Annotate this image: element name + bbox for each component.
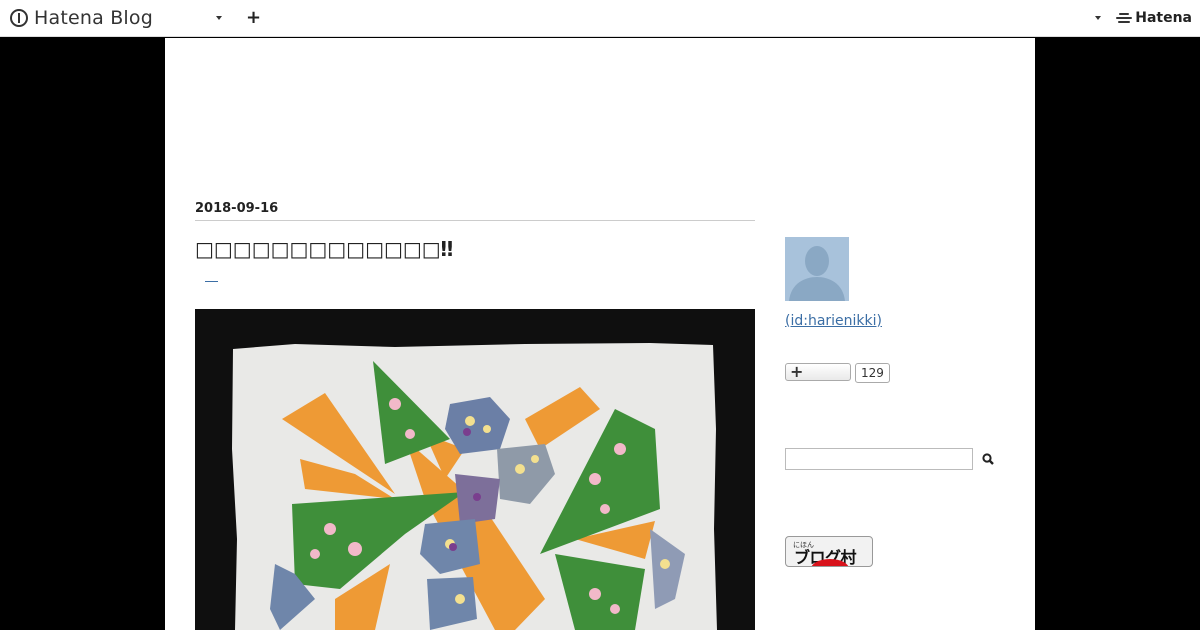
hatena-account-menu[interactable]: Hatena bbox=[1116, 10, 1192, 26]
global-header: Hatena Blog + Hatena bbox=[0, 0, 1200, 37]
collage-artwork bbox=[195, 309, 755, 630]
default-avatar-icon bbox=[785, 237, 849, 301]
subscribe-button[interactable]: + bbox=[785, 362, 851, 381]
search-icon[interactable] bbox=[982, 453, 994, 465]
plus-icon[interactable]: + bbox=[246, 8, 261, 28]
profile-id-link[interactable]: (id:harienikki) bbox=[785, 313, 882, 329]
search-input[interactable] bbox=[785, 448, 973, 470]
entry-category-link[interactable] bbox=[205, 281, 218, 282]
plus-icon: + bbox=[790, 362, 804, 381]
logo-text: Hatena Blog bbox=[34, 7, 153, 29]
chevron-down-icon[interactable] bbox=[216, 16, 222, 20]
date-divider bbox=[195, 220, 755, 221]
hatena-blog-logo-icon bbox=[10, 9, 28, 27]
entry-title[interactable]: □□□□□□□□□□□□□‼ bbox=[195, 237, 453, 261]
blog-page: 2018-09-16 □□□□□□□□□□□□□‼ (id:harienikki… bbox=[165, 38, 1035, 630]
hatena-logo-icon bbox=[1116, 13, 1133, 23]
entry-image bbox=[195, 309, 755, 630]
subscriber-count: 129 bbox=[855, 363, 890, 383]
hatena-brand-text: Hatena bbox=[1135, 10, 1192, 26]
profile-avatar[interactable] bbox=[785, 237, 849, 301]
blogmura-banner[interactable]: にほん ブログ村 bbox=[785, 536, 873, 567]
hatena-blog-logo[interactable]: Hatena Blog bbox=[10, 7, 153, 29]
chevron-down-icon[interactable] bbox=[1095, 16, 1101, 20]
entry-date[interactable]: 2018-09-16 bbox=[195, 201, 278, 216]
